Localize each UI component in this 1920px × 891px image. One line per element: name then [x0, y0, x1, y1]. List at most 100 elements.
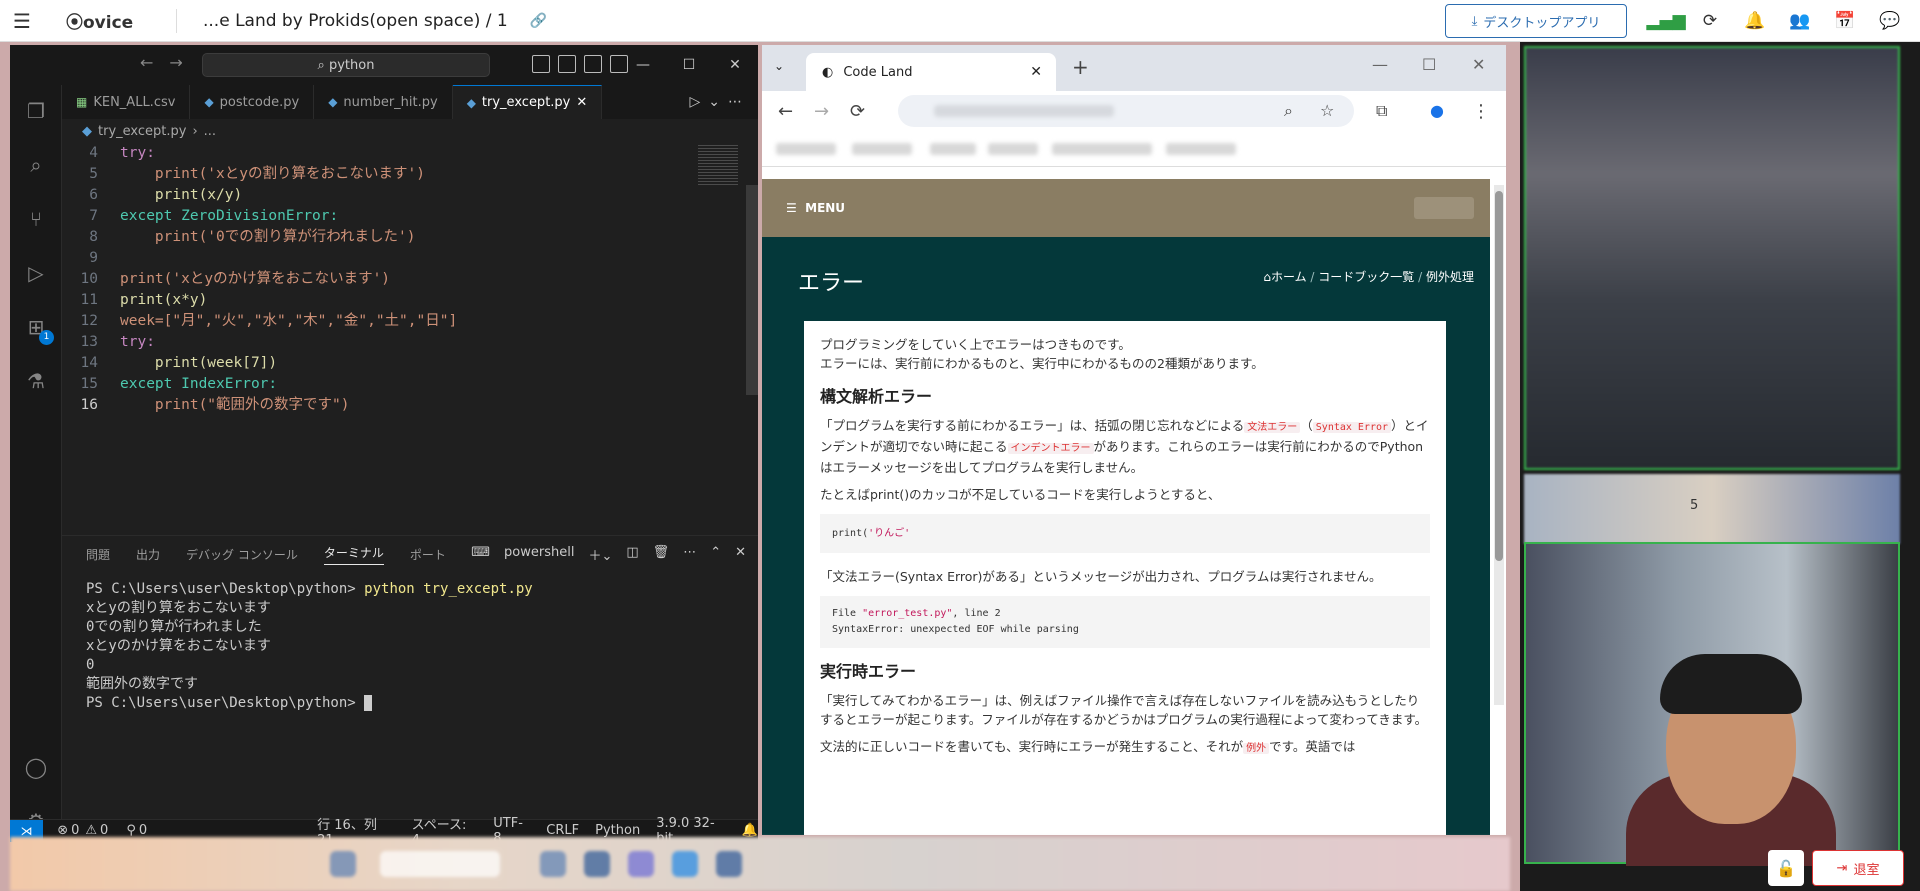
calendar-icon[interactable]: 📅 — [1825, 0, 1865, 42]
split-terminal-icon[interactable]: ◫ — [626, 545, 638, 564]
start-icon[interactable] — [330, 851, 356, 877]
taskbar-app-icon[interactable] — [716, 851, 742, 877]
command-search[interactable]: ⌕ python — [202, 53, 490, 77]
tab-ports[interactable]: ポート — [410, 546, 446, 563]
language-mode[interactable]: Python — [595, 823, 640, 838]
tab-terminal[interactable]: ターミナル — [323, 544, 384, 565]
close-icon[interactable]: ✕ — [712, 45, 758, 85]
account-icon[interactable]: ◯ — [24, 755, 48, 779]
close-tab-icon[interactable]: ✕ — [1030, 64, 1042, 80]
taskbar-app-icon[interactable] — [540, 851, 566, 877]
tab-ken-all-csv[interactable]: ▦ KEN_ALL.csv — [62, 85, 191, 119]
terminal[interactable]: PS C:\Users\user\Desktop\python> python … — [62, 572, 758, 713]
editor-scrollbar[interactable] — [746, 185, 758, 395]
bookmark-item[interactable] — [776, 143, 836, 155]
new-terminal-icon[interactable]: ＋⌄ — [588, 545, 612, 564]
search-icon[interactable]: ⌕ — [24, 153, 48, 177]
extensions-icon[interactable]: ⊞ 1 — [24, 315, 54, 345]
explorer-icon[interactable]: ❐ — [24, 99, 48, 123]
bell-icon[interactable]: 🔔 — [1735, 0, 1775, 42]
tab-number-hit-py[interactable]: ◆ number_hit.py — [314, 85, 453, 119]
desktop-app-button[interactable]: ⤓ デスクトップアプリ — [1445, 4, 1627, 38]
bookmark-item[interactable] — [1166, 143, 1236, 155]
profile-icon[interactable]: ● — [1430, 101, 1444, 120]
bookmark-star-icon[interactable]: ☆ — [1320, 101, 1334, 120]
trash-icon[interactable]: 🗑 — [653, 545, 670, 564]
desktop-app-label: デスクトップアプリ — [1483, 15, 1601, 31]
taskbar-app-icon[interactable] — [672, 851, 698, 877]
refresh-icon[interactable]: ⟳ — [1690, 0, 1730, 42]
users-icon[interactable]: 👥 — [1780, 0, 1820, 42]
more-icon[interactable]: ⋯ — [683, 545, 696, 564]
warning-icon[interactable]: ⚠ — [85, 823, 97, 838]
menu-kebab-icon[interactable]: ⋮ — [1472, 101, 1490, 122]
breadcrumb-more[interactable]: ... — [204, 124, 216, 139]
tab-output[interactable]: 出力 — [136, 546, 160, 563]
participant-video[interactable] — [1524, 46, 1900, 470]
extensions-puzzle-icon[interactable]: ⧉ — [1376, 101, 1387, 121]
testing-icon[interactable]: ⚗ — [24, 369, 48, 393]
tab-problems[interactable]: 問題 — [86, 546, 110, 563]
tab-search-icon[interactable]: ⌄ — [774, 59, 784, 73]
participant-video-active[interactable] — [1524, 542, 1900, 866]
source-control-icon[interactable]: ⑂ — [24, 207, 48, 231]
toggle-panel-icon[interactable] — [558, 55, 576, 73]
signal-strength-icon[interactable]: ▂▄▆ — [1646, 0, 1686, 42]
bookmark-item[interactable] — [852, 143, 912, 155]
back-icon[interactable]: ← — [778, 101, 793, 122]
ovice-logo[interactable]: ⦿ovice — [66, 8, 176, 33]
notification-bell-icon[interactable]: 🔔 — [742, 823, 758, 838]
toggle-secondary-sidebar-icon[interactable] — [584, 55, 602, 73]
nav-arrows[interactable]: ←→ — [140, 53, 199, 72]
menu-label[interactable]: MENU — [805, 201, 845, 215]
bookmark-item[interactable] — [1052, 143, 1152, 155]
browser-tab-title: Code Land — [843, 64, 913, 80]
close-panel-icon[interactable]: ✕ — [735, 545, 746, 564]
forward-icon[interactable]: → — [814, 101, 829, 122]
tab-debug-console[interactable]: デバッグ コンソール — [186, 546, 298, 563]
site-menu-bar: ☰ MENU — [762, 179, 1490, 237]
maximize-panel-icon[interactable]: ⌃ — [710, 545, 721, 564]
maximize-icon[interactable]: ☐ — [1422, 55, 1436, 74]
menu-icon[interactable]: ☰ — [786, 201, 805, 215]
bookmark-item[interactable] — [930, 143, 976, 155]
close-icon[interactable]: ✕ — [1472, 55, 1485, 74]
participant-video[interactable] — [1524, 474, 1900, 544]
minimize-icon[interactable]: — — [620, 45, 666, 85]
taskbar-app-icon[interactable] — [584, 851, 610, 877]
run-debug-icon[interactable]: ▷ — [24, 261, 48, 285]
leave-button[interactable]: ⇥ 退室 — [1812, 850, 1904, 886]
minimize-icon[interactable]: — — [1372, 55, 1388, 74]
code-line: 11 print(x*y) — [62, 290, 742, 311]
lock-icon[interactable]: 🔓 — [1768, 850, 1804, 886]
scroll-thumb[interactable] — [1495, 191, 1503, 561]
zoom-icon[interactable]: ⌕ — [1284, 101, 1293, 121]
hamburger-menu-icon[interactable]: ☰ — [0, 0, 44, 42]
toggle-sidebar-icon[interactable] — [532, 55, 550, 73]
code-editor[interactable]: 4 try: 5 print('xとyの割り算をおこないます') 6 print(… — [62, 143, 742, 416]
breadcrumb-codebook[interactable]: コードブック一覧 — [1318, 270, 1414, 284]
chat-icon[interactable]: 💬 — [1870, 0, 1910, 42]
copy-link-icon[interactable]: 🔗 — [530, 13, 547, 29]
breadcrumb-file[interactable]: try_except.py — [98, 124, 186, 139]
bookmark-item[interactable] — [988, 143, 1038, 155]
browser-tab[interactable]: ◐ Code Land ✕ — [806, 53, 1056, 91]
breadcrumb-current[interactable]: 例外処理 — [1426, 270, 1474, 284]
header-button[interactable] — [1414, 197, 1474, 219]
shell-name[interactable]: powershell — [504, 545, 574, 564]
reload-icon[interactable]: ⟳ — [850, 101, 865, 122]
ports-icon[interactable]: ⚲ — [126, 823, 136, 838]
error-icon[interactable]: ⊗ — [57, 823, 68, 838]
taskbar-app-icon[interactable] — [628, 851, 654, 877]
new-tab-icon[interactable]: + — [1072, 55, 1089, 79]
close-tab-icon[interactable]: ✕ — [576, 95, 587, 110]
minimap[interactable] — [698, 145, 738, 185]
line-ending[interactable]: CRLF — [546, 823, 579, 838]
breadcrumb-home[interactable]: ホーム — [1271, 270, 1307, 284]
run-python-file-icon[interactable]: ▷⌄⋯ — [690, 94, 751, 110]
tab-postcode-py[interactable]: ◆ postcode.py — [190, 85, 315, 119]
taskbar-search[interactable] — [380, 851, 500, 877]
maximize-icon[interactable]: ☐ — [666, 45, 712, 85]
bottom-panel: 問題 出力 デバッグ コンソール ターミナル ポート ⌨ powershell … — [62, 535, 758, 819]
tab-try-except-py[interactable]: ◆ try_except.py ✕ — [452, 85, 603, 119]
